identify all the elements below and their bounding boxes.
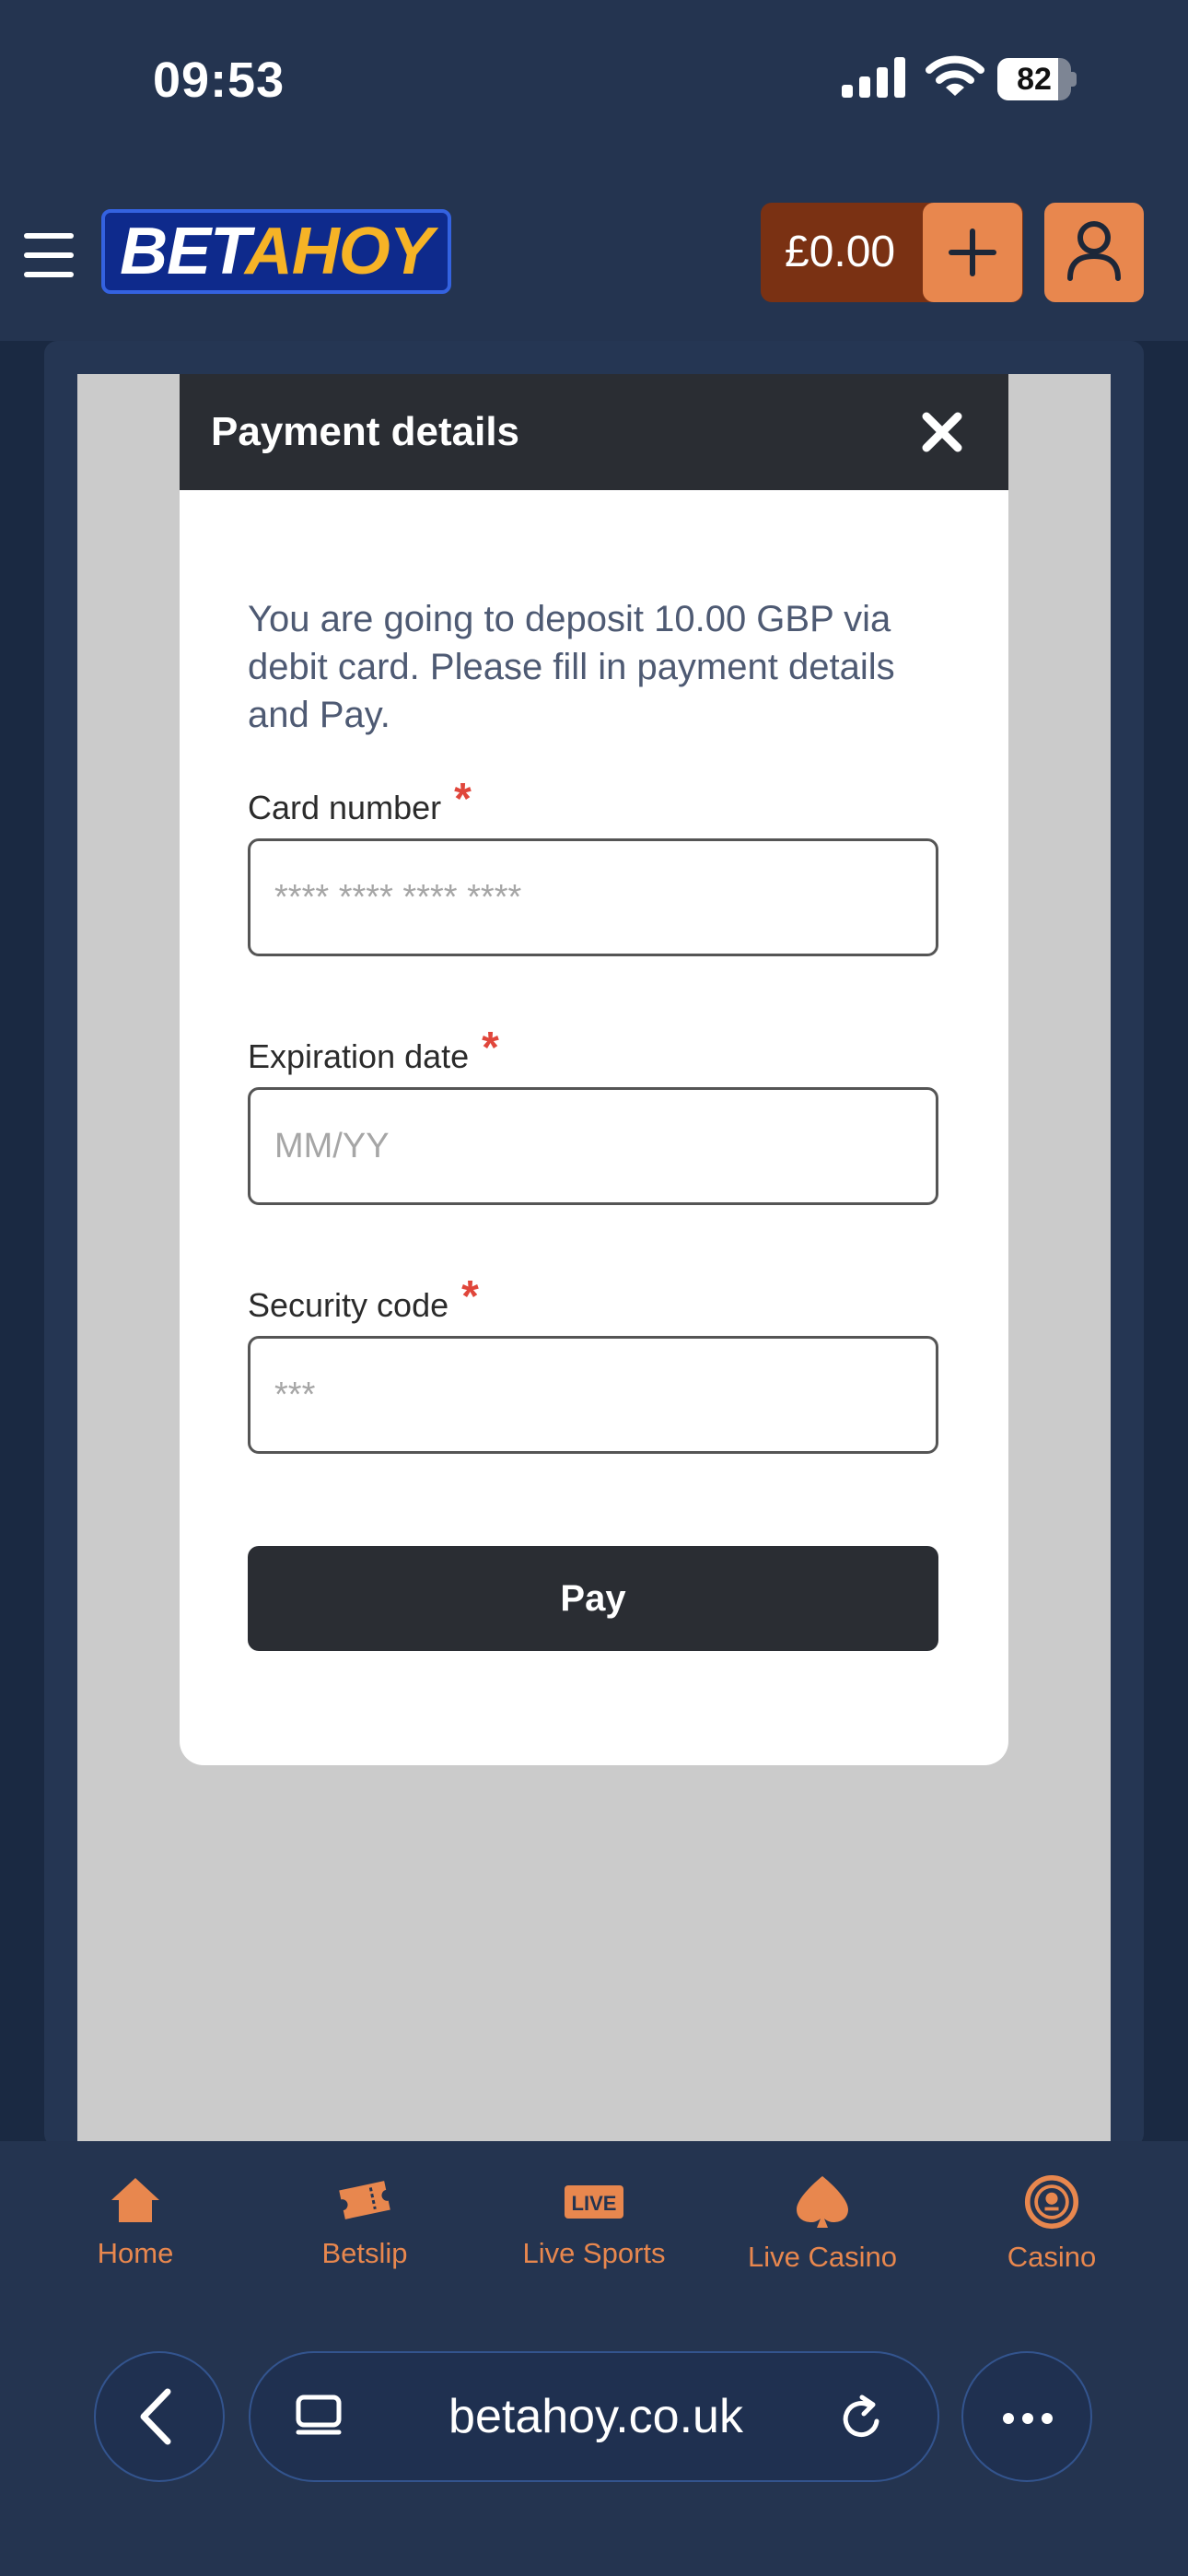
deposit-plus-button[interactable] <box>923 203 1022 302</box>
balance-amount: £0.00 <box>785 228 896 276</box>
hamburger-menu-icon[interactable] <box>24 233 74 277</box>
betahoy-logo[interactable]: BETAHOY <box>101 209 451 294</box>
logo-text-bet: BET <box>120 215 246 288</box>
required-marker: * <box>482 1024 499 1072</box>
chip-icon <box>1024 2174 1079 2230</box>
ticket-icon <box>339 2181 390 2219</box>
card-number-label: Card number * <box>248 775 472 826</box>
nav-item-home[interactable]: Home <box>21 2174 250 2303</box>
live-icon: LIVE <box>565 2185 623 2219</box>
security-code-input[interactable] <box>248 1336 938 1454</box>
payment-modal: Payment details You are going to deposit… <box>180 374 1008 1765</box>
site-header: BETAHOY £0.00 <box>0 166 1188 341</box>
nav-label-betslip: Betslip <box>321 2237 408 2269</box>
card-number-input[interactable] <box>248 838 938 956</box>
nav-item-live-casino[interactable]: Live Casino <box>708 2174 937 2303</box>
battery-indicator: 82 <box>997 58 1077 100</box>
modal-title: Payment details <box>211 409 520 454</box>
nav-label-home: Home <box>97 2237 174 2269</box>
close-icon[interactable] <box>921 411 963 453</box>
deposit-intro-text: You are going to deposit 10.00 GBP via d… <box>248 599 895 735</box>
more-dot <box>1022 2413 1033 2424</box>
expiration-date-label: Expiration date * <box>248 1024 499 1075</box>
nav-label-live-sports: Live Sports <box>522 2237 666 2269</box>
expiration-date-input[interactable] <box>248 1087 938 1205</box>
modal-header: Payment details <box>180 374 1008 490</box>
wifi-icon <box>926 55 984 96</box>
pay-button[interactable]: Pay <box>248 1546 938 1651</box>
required-marker: * <box>454 775 472 824</box>
nav-item-live-sports[interactable]: LIVE Live Sports <box>480 2174 708 2303</box>
status-time: 09:53 <box>153 53 285 108</box>
more-dot <box>1003 2413 1014 2424</box>
chevron-left-icon <box>140 2388 171 2445</box>
nav-label-casino: Casino <box>1007 2241 1097 2273</box>
spade-icon <box>797 2176 848 2228</box>
live-icon-badge: LIVE <box>572 2192 617 2215</box>
security-code-label: Security code * <box>248 1272 479 1324</box>
logo-text-ahoy: AHOY <box>244 215 434 288</box>
nav-label-live-casino: Live Casino <box>748 2241 897 2273</box>
account-button[interactable] <box>1044 203 1144 302</box>
user-icon <box>1067 221 1121 281</box>
status-bar: 09:53 82 <box>0 0 1188 166</box>
signal-icon <box>842 57 905 98</box>
more-dot <box>1042 2413 1053 2424</box>
address-bar[interactable]: betahoy.co.uk <box>249 2351 939 2482</box>
nav-item-betslip[interactable]: Betslip <box>250 2174 479 2303</box>
browser-back-button[interactable] <box>94 2351 225 2482</box>
battery-level: 82 <box>1017 62 1052 97</box>
browser-more-button[interactable] <box>961 2351 1092 2482</box>
home-icon <box>111 2178 159 2222</box>
nav-item-casino[interactable]: Casino <box>938 2174 1166 2303</box>
required-marker: * <box>461 1272 479 1321</box>
reload-icon[interactable] <box>834 2390 890 2445</box>
